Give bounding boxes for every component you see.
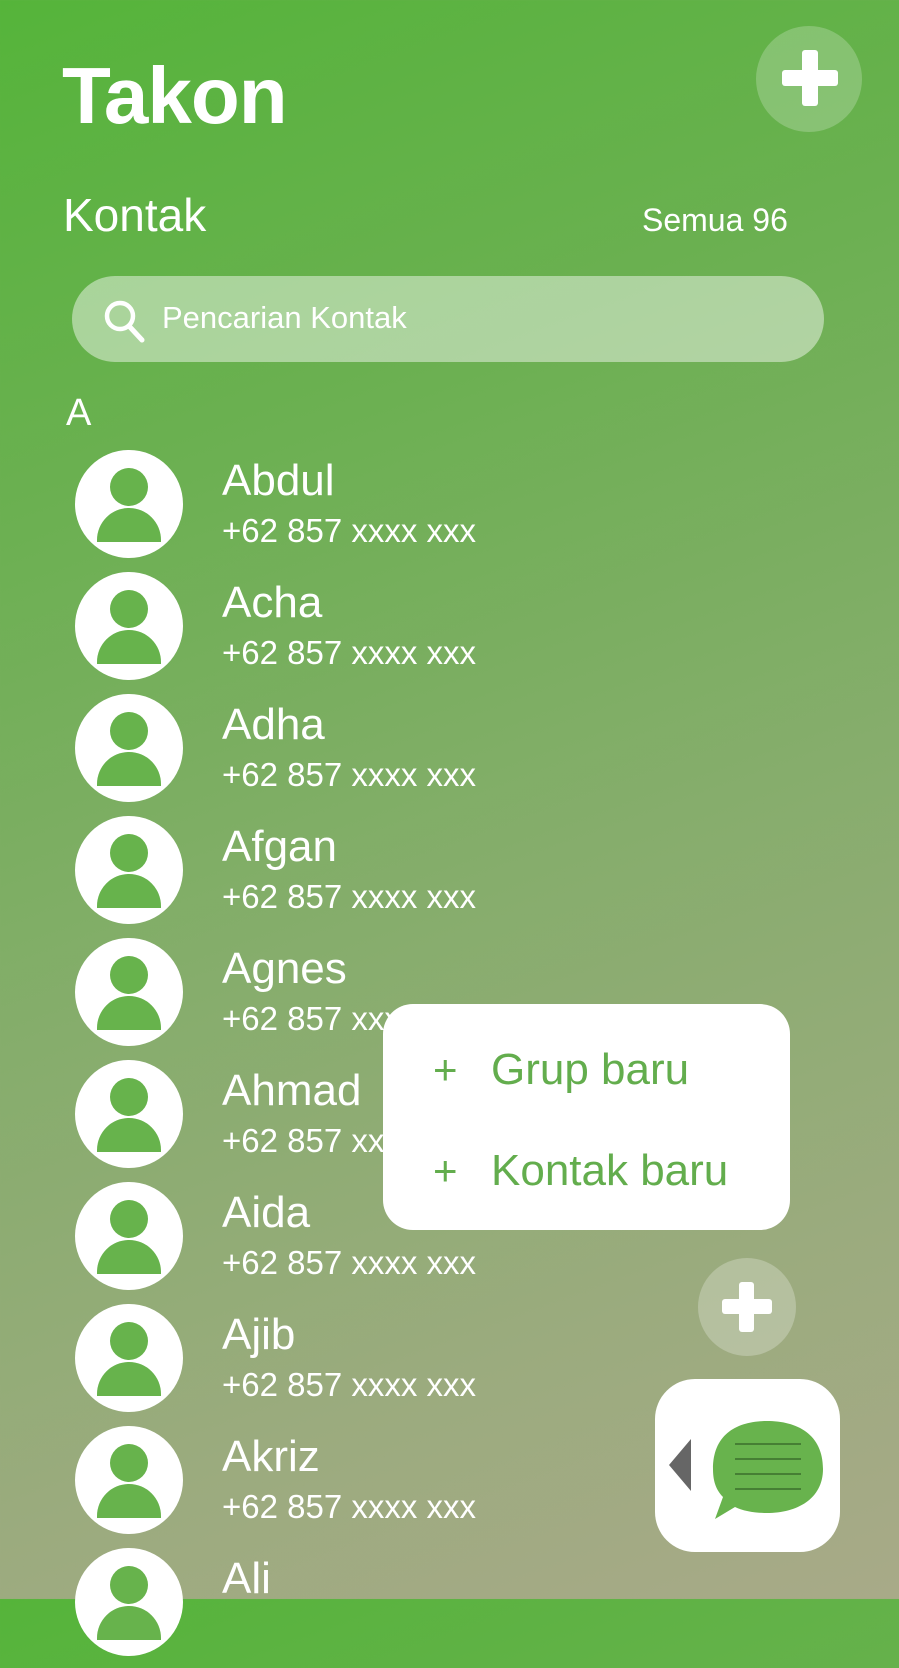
contact-name: Afgan — [222, 822, 337, 871]
contact-row[interactable]: Acha +62 857 xxxx xxx — [0, 572, 899, 692]
menu-item-new-group[interactable]: + Grup baru — [433, 1040, 689, 1100]
menu-item-label: Kontak baru — [491, 1146, 729, 1195]
menu-item-label: Grup baru — [491, 1045, 690, 1094]
contact-row[interactable]: Afgan +62 857 xxxx xxx — [0, 816, 899, 936]
chat-bubble-icon — [713, 1421, 823, 1519]
header-add-button[interactable] — [756, 26, 862, 132]
avatar-icon — [75, 694, 183, 802]
avatar-icon — [75, 1060, 183, 1168]
app-title: Takon — [62, 51, 288, 140]
contact-count[interactable]: Semua 96 — [642, 202, 788, 239]
plus-icon: + — [433, 1147, 458, 1194]
contact-row[interactable]: Adha +62 857 xxxx xxx — [0, 694, 899, 814]
group-letter: A — [66, 392, 92, 434]
contact-phone: +62 857 xxxx xxx — [222, 878, 477, 915]
contact-name: Ajib — [222, 1310, 296, 1359]
search-input[interactable]: Pencarian Kontak — [162, 300, 407, 336]
avatar-icon — [75, 1182, 183, 1290]
avatar-icon — [75, 938, 183, 1046]
arrow-left-icon — [669, 1439, 691, 1491]
contact-name: Acha — [222, 578, 323, 627]
avatar-icon — [75, 572, 183, 680]
contact-row[interactable]: Abdul +62 857 xxxx xxx — [0, 450, 899, 570]
contact-phone: +62 857 xxxx xxx — [222, 756, 477, 793]
contact-phone: +62 857 xxxx xxx — [222, 1366, 477, 1403]
contact-row[interactable]: Ali — [0, 1548, 899, 1668]
add-options-popup: + Grup baru + Kontak baru — [383, 1004, 790, 1230]
menu-item-new-contact[interactable]: + Kontak baru — [433, 1141, 728, 1201]
avatar-icon — [75, 1548, 183, 1656]
search-icon — [104, 300, 145, 343]
contact-phone: +62 857 xxxx xxx — [222, 1244, 477, 1281]
chat-button[interactable] — [655, 1379, 840, 1552]
fab-add-button[interactable] — [698, 1258, 796, 1356]
section-title: Kontak — [63, 189, 207, 241]
plus-icon: + — [433, 1046, 458, 1093]
contact-name: Adha — [222, 700, 325, 749]
contact-phone: +62 857 xxxx xxx — [222, 634, 477, 671]
contact-name: Abdul — [222, 456, 335, 505]
avatar-icon — [75, 450, 183, 558]
avatar-icon — [75, 1304, 183, 1412]
search-bar[interactable]: Pencarian Kontak — [72, 276, 824, 362]
contact-name: Aida — [222, 1188, 311, 1237]
avatar-icon — [75, 816, 183, 924]
contact-name: Akriz — [222, 1432, 320, 1481]
contact-phone: +62 857 xxxx xxx — [222, 512, 477, 549]
contact-name: Ali — [222, 1554, 271, 1603]
contact-name: Ahmad — [222, 1066, 362, 1115]
avatar-icon — [75, 1426, 183, 1534]
contact-name: Agnes — [222, 944, 347, 993]
contact-phone: +62 857 xxxx xxx — [222, 1488, 477, 1525]
